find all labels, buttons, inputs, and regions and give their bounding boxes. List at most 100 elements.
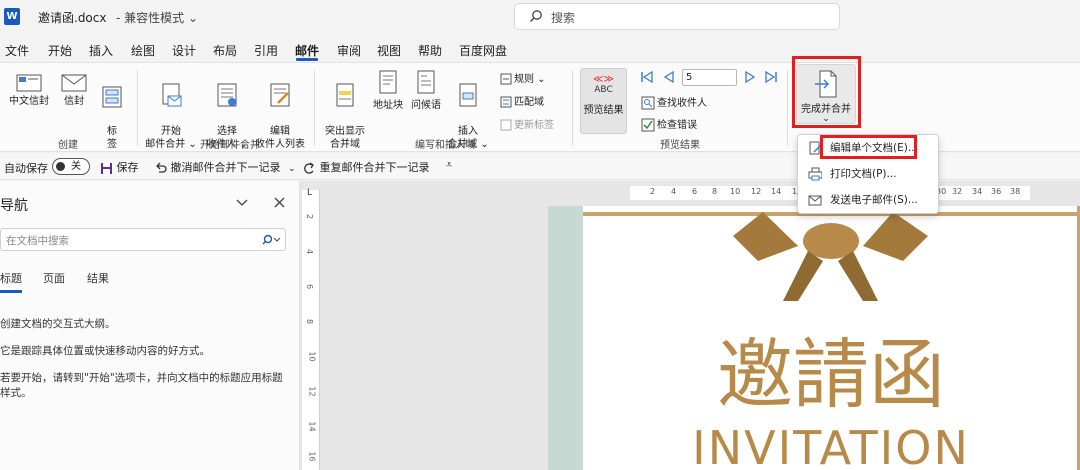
page-left-decoration <box>548 206 583 470</box>
tab-file[interactable]: 文件 <box>5 42 29 59</box>
vertical-ruler: 2 4 6 8 10 12 14 16 <box>302 190 320 470</box>
toggle-state-label: 关 <box>71 161 81 172</box>
check-errors-icon <box>641 118 655 132</box>
close-icon[interactable] <box>274 197 285 208</box>
hruler-tick: 10 <box>730 187 741 196</box>
record-number-input[interactable]: 5 <box>682 69 737 86</box>
previous-record-icon[interactable] <box>662 70 676 84</box>
tab-references[interactable]: 引用 <box>254 42 278 59</box>
greeting-line-button[interactable]: 问候语 <box>408 70 444 112</box>
rules-label: 规则 ⌄ <box>514 74 546 85</box>
greeting-line-icon <box>417 70 435 94</box>
find-recipient-icon <box>641 96 655 110</box>
hruler-tick: 6 <box>692 187 698 196</box>
chinese-envelope-label: 中文信封 <box>9 96 49 107</box>
hruler-tick: 36 <box>991 187 1002 196</box>
title-bar: W 邀请函.docx - 兼容性模式 ⌄ 搜索 <box>0 0 1080 36</box>
rules-button[interactable]: 规则 ⌄ <box>500 70 546 85</box>
tab-design[interactable]: 设计 <box>172 42 196 59</box>
edit-individual-documents-item[interactable]: 编辑单个文档(E)... <box>804 137 934 159</box>
save-button[interactable]: 保存 <box>100 159 139 175</box>
print-documents-item[interactable]: 打印文档(P)... <box>804 163 934 185</box>
hruler-tick: 12 <box>751 187 762 196</box>
envelopes-button[interactable]: 信封 <box>58 72 90 108</box>
invitation-title-cn: 邀請函 <box>717 330 945 419</box>
document-title[interactable]: 邀请函.docx <box>38 9 106 26</box>
edit-list-icon <box>270 83 290 107</box>
redo-button[interactable]: 重复邮件合并下一记录 <box>303 159 430 175</box>
match-fields-icon <box>500 96 512 108</box>
group-divider <box>314 70 315 146</box>
finish-and-merge-button[interactable]: 完成并合并 ⌄ <box>796 64 856 124</box>
first-record-icon[interactable] <box>640 70 654 84</box>
tab-view[interactable]: 视图 <box>377 42 401 59</box>
envelopes-label: 信封 <box>64 96 84 107</box>
match-fields-button[interactable]: 匹配域 <box>500 93 544 108</box>
update-labels-button[interactable]: 更新标签 <box>500 116 554 131</box>
nav-search-input[interactable]: 在文档中搜索 <box>0 228 286 251</box>
nav-tab-results[interactable]: 结果 <box>87 270 109 286</box>
search-box[interactable]: 搜索 <box>514 3 840 30</box>
undo-icon <box>156 162 167 173</box>
autosave-toggle[interactable]: 关 <box>52 158 90 175</box>
toggle-knob <box>56 162 65 171</box>
last-record-icon[interactable] <box>764 70 778 84</box>
next-record-icon[interactable] <box>743 70 757 84</box>
labels-button[interactable]: 标 签 <box>98 72 126 151</box>
nav-tab-headings[interactable]: 标题 <box>0 270 22 286</box>
edit-document-icon <box>809 141 822 155</box>
preview-arrows-icon: ≪≫ <box>593 74 614 85</box>
finish-merge-icon <box>815 70 837 98</box>
document-page[interactable]: 邀請函 INVITATION <box>583 206 1080 470</box>
highlight-fields-icon <box>336 83 354 107</box>
match-fields-label: 匹配域 <box>514 97 544 108</box>
compatibility-mode-label[interactable]: - 兼容性模式 ⌄ <box>116 9 198 26</box>
invitation-title-en: INVITATION <box>692 421 970 470</box>
vruler-tick: 2 <box>305 213 315 220</box>
save-label: 保存 <box>116 161 139 174</box>
customize-toolbar-icon[interactable]: ⩡ <box>446 158 452 172</box>
nav-tab-pages[interactable]: 页面 <box>43 270 65 286</box>
print-documents-label: 打印文档(P)... <box>830 168 897 180</box>
tab-insert[interactable]: 插入 <box>89 42 113 59</box>
vruler-tick: 14 <box>307 421 317 432</box>
tab-baidu-netdisk[interactable]: 百度网盘 <box>459 42 507 59</box>
tab-review[interactable]: 审阅 <box>337 42 361 59</box>
chevron-down-icon[interactable]: ⌄ <box>288 164 296 174</box>
address-block-button[interactable]: 地址块 <box>370 70 406 112</box>
nav-search-placeholder: 在文档中搜索 <box>6 235 69 247</box>
search-icon[interactable] <box>261 234 281 246</box>
tab-layout[interactable]: 布局 <box>213 42 237 59</box>
vruler-tick: 16 <box>307 451 317 462</box>
send-email-item[interactable]: 发送电子邮件(S)... <box>804 189 934 211</box>
chinese-envelope-button[interactable]: 中文信封 <box>5 72 53 108</box>
send-email-label: 发送电子邮件(S)... <box>830 194 918 206</box>
tab-draw[interactable]: 绘图 <box>131 42 155 59</box>
chevron-down-icon: ⌄ <box>822 114 830 124</box>
check-errors-button[interactable]: 检查错误 <box>641 116 697 132</box>
ruler-tab-selector[interactable]: L <box>307 188 312 198</box>
group-divider <box>137 70 138 146</box>
autosave-label: 自动保存 <box>4 162 48 175</box>
vruler-tick: 4 <box>305 248 315 255</box>
hruler-tick: 32 <box>952 187 963 196</box>
find-recipient-label: 查找收件人 <box>657 98 707 109</box>
preview-results-button[interactable]: ≪≫ ABC 预览结果 <box>580 68 627 134</box>
tab-mailings[interactable]: 邮件 <box>295 42 319 59</box>
group-label-write-insert: 编写和插入域 <box>415 140 475 151</box>
nav-help-text-1: 创建文档的交互式大纲。 <box>0 318 116 330</box>
save-icon <box>101 162 112 174</box>
labels-icon <box>102 86 122 108</box>
undo-label: 撤消邮件合并下一记录 <box>170 161 281 174</box>
chevron-down-icon[interactable] <box>236 198 248 208</box>
tab-home[interactable]: 开始 <box>48 42 72 59</box>
word-app-icon[interactable]: W <box>4 8 20 25</box>
find-recipient-button[interactable]: 查找收件人 <box>641 94 707 110</box>
tab-help[interactable]: 帮助 <box>418 42 442 59</box>
undo-button[interactable]: 撤消邮件合并下一记录 ⌄ <box>154 159 296 175</box>
check-errors-label: 检查错误 <box>657 120 697 131</box>
finish-and-merge-label: 完成并合并 <box>801 104 851 115</box>
highlight-merge-fields-button[interactable]: 突出显示 合并域 <box>320 70 370 151</box>
hruler-tick: 38 <box>1010 187 1021 196</box>
vruler-tick: 12 <box>307 386 317 397</box>
